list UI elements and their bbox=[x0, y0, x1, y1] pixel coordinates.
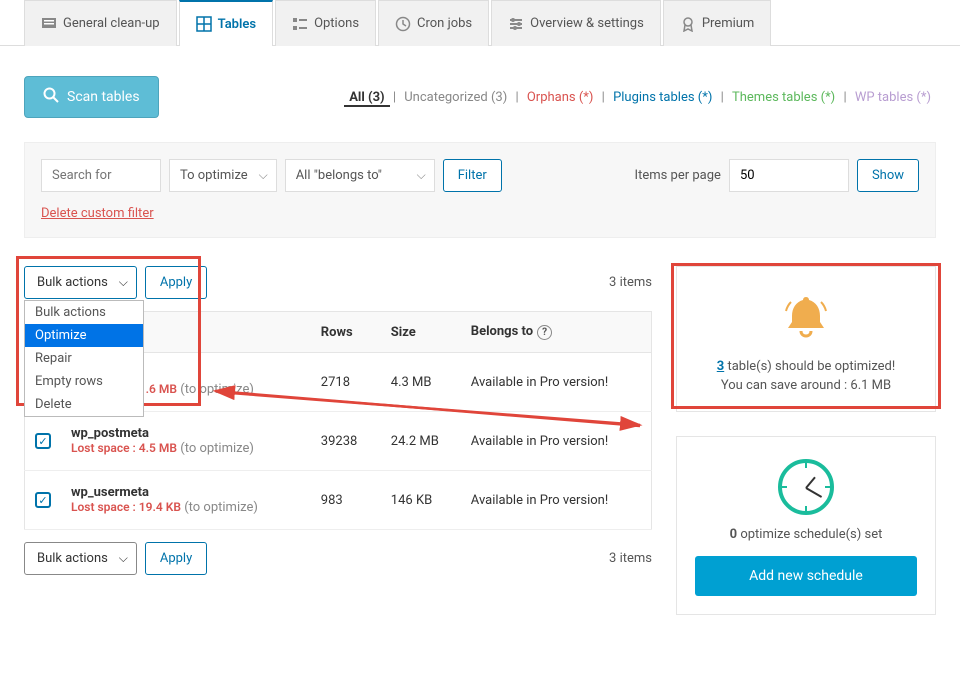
tab-cron[interactable]: Cron jobs bbox=[378, 0, 489, 46]
optimize-count[interactable]: 3 bbox=[717, 359, 724, 374]
bulk-opt-bulk[interactable]: Bulk actions bbox=[25, 301, 143, 324]
award-icon bbox=[680, 16, 696, 32]
delete-custom-filter[interactable]: Delete custom filter bbox=[41, 206, 154, 221]
filter-button[interactable]: Filter bbox=[443, 159, 502, 192]
table-name[interactable]: wp_postmeta bbox=[71, 426, 149, 441]
options-icon bbox=[292, 16, 308, 32]
apply-button-bottom[interactable]: Apply bbox=[145, 542, 207, 575]
rows-cell: 39238 bbox=[311, 412, 381, 471]
bulk-opt-repair[interactable]: Repair bbox=[25, 347, 143, 370]
optimize-text: table(s) should be optimized! bbox=[727, 359, 895, 374]
cat-all[interactable]: All (3) bbox=[344, 90, 389, 107]
bulk-opt-optimize[interactable]: Optimize bbox=[25, 324, 143, 347]
tab-premium[interactable]: Premium bbox=[663, 0, 772, 46]
schedule-count: 0 bbox=[730, 527, 737, 542]
schedule-card: 0 optimize schedule(s) set Add new sched… bbox=[676, 436, 936, 615]
optimize-save: You can save around : 6.1 MB bbox=[695, 378, 917, 393]
tabs: General clean-up Tables Options Cron job… bbox=[0, 0, 960, 46]
help-icon[interactable]: ? bbox=[537, 325, 552, 340]
tab-general-cleanup[interactable]: General clean-up bbox=[24, 0, 177, 46]
table-row: ✓ wp_usermeta Lost space : 19.4 KB (to o… bbox=[25, 471, 652, 530]
to-optimize-select[interactable]: To optimize bbox=[169, 159, 277, 192]
history-icon bbox=[395, 16, 411, 32]
col-belongs[interactable]: Belongs to? bbox=[461, 312, 652, 353]
ipp-input[interactable] bbox=[729, 159, 849, 192]
row-checkbox[interactable]: ✓ bbox=[35, 433, 51, 449]
rows-cell: 2718 bbox=[311, 353, 381, 412]
table-row: ✓ wp_postmeta Lost space : 4.5 MB (to op… bbox=[25, 412, 652, 471]
belongs-select[interactable]: All "belongs to" bbox=[285, 159, 435, 192]
clock-icon bbox=[778, 459, 834, 515]
bulk-actions-dropdown: Bulk actions Optimize Repair Empty rows … bbox=[24, 300, 144, 417]
cat-uncat[interactable]: Uncategorized (3) bbox=[399, 90, 512, 105]
sliders-icon bbox=[508, 16, 524, 32]
col-rows[interactable]: Rows bbox=[311, 312, 381, 353]
scan-label: Scan tables bbox=[67, 89, 140, 105]
tab-tables[interactable]: Tables bbox=[179, 0, 273, 46]
schedule-text: optimize schedule(s) set bbox=[740, 527, 882, 542]
col-size[interactable]: Size bbox=[381, 312, 461, 353]
rows-cell: 983 bbox=[311, 471, 381, 530]
bulk-opt-delete[interactable]: Delete bbox=[25, 393, 143, 416]
items-count-bottom: 3 items bbox=[609, 551, 652, 566]
show-button[interactable]: Show bbox=[857, 159, 919, 192]
filter-bar: To optimize All "belongs to" Filter Item… bbox=[24, 142, 936, 238]
bulk-actions-select-top[interactable]: Bulk actions bbox=[24, 266, 137, 299]
search-icon bbox=[43, 87, 59, 107]
row-checkbox[interactable]: ✓ bbox=[35, 492, 51, 508]
items-count-top: 3 items bbox=[609, 275, 652, 290]
table-icon bbox=[196, 16, 212, 32]
scan-tables-button[interactable]: Scan tables bbox=[24, 76, 159, 118]
apply-button-top[interactable]: Apply bbox=[145, 266, 207, 299]
cat-wp[interactable]: WP tables (*) bbox=[850, 90, 936, 105]
size-cell: 24.2 MB bbox=[381, 412, 461, 471]
add-schedule-button[interactable]: Add new schedule bbox=[695, 556, 917, 596]
belongs-cell: Available in Pro version! bbox=[461, 471, 652, 530]
search-input[interactable] bbox=[41, 159, 161, 192]
belongs-cell: Available in Pro version! bbox=[461, 353, 652, 412]
tab-label: Cron jobs bbox=[417, 16, 472, 31]
bulk-opt-empty[interactable]: Empty rows bbox=[25, 370, 143, 393]
table-name[interactable]: wp_usermeta bbox=[71, 485, 149, 500]
tab-label: Tables bbox=[218, 17, 256, 32]
tab-label: Overview & settings bbox=[530, 16, 644, 31]
cat-plugins[interactable]: Plugins tables (*) bbox=[608, 90, 717, 105]
tab-options[interactable]: Options bbox=[275, 0, 376, 46]
tab-overview[interactable]: Overview & settings bbox=[491, 0, 661, 46]
size-cell: 4.3 MB bbox=[381, 353, 461, 412]
size-cell: 146 KB bbox=[381, 471, 461, 530]
broom-icon bbox=[41, 16, 57, 32]
tab-label: Options bbox=[314, 16, 359, 31]
category-links: All (3) | Uncategorized (3) | Orphans (*… bbox=[344, 90, 936, 105]
optimize-notice-card: 3 table(s) should be optimized! You can … bbox=[676, 266, 936, 412]
cat-themes[interactable]: Themes tables (*) bbox=[727, 90, 840, 105]
cat-orphans[interactable]: Orphans (*) bbox=[522, 90, 599, 105]
bell-icon bbox=[778, 291, 834, 347]
belongs-cell: Available in Pro version! bbox=[461, 412, 652, 471]
ipp-label: Items per page bbox=[635, 168, 721, 183]
tab-label: Premium bbox=[702, 16, 755, 31]
tab-label: General clean-up bbox=[63, 16, 160, 31]
bulk-actions-select-bottom[interactable]: Bulk actions bbox=[24, 542, 137, 575]
